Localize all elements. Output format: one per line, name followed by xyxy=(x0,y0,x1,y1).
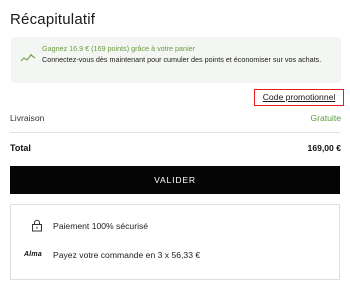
total-label: Total xyxy=(10,143,31,153)
secure-payment-text: Paiement 100% sécurisé xyxy=(53,221,149,231)
loyalty-points-icon xyxy=(20,54,36,62)
delivery-label: Livraison xyxy=(10,113,45,123)
lock-icon xyxy=(32,219,42,232)
loyalty-banner: Gagnez 16.9 € (169 points) grâce à votre… xyxy=(11,37,341,83)
delivery-value: Gratuite xyxy=(310,113,341,123)
loyalty-headline: Gagnez 16.9 € (169 points) grâce à votre… xyxy=(42,44,196,53)
validate-button[interactable]: VALIDER xyxy=(10,166,340,194)
summary-title: Récapitulatif xyxy=(10,11,96,28)
payment-assurance-box: Paiement 100% sécurisé Alma Payez votre … xyxy=(10,204,340,280)
alma-logo: Alma xyxy=(24,251,42,258)
alma-installments-text: Payez votre commande en 3 x 56,33 € xyxy=(53,250,201,260)
promo-code-link[interactable]: Code promotionnel xyxy=(254,89,344,106)
total-value: 169,00 € xyxy=(307,143,341,153)
divider xyxy=(10,132,340,133)
loyalty-message: Connectez-vous dès maintenant pour cumul… xyxy=(42,55,322,64)
